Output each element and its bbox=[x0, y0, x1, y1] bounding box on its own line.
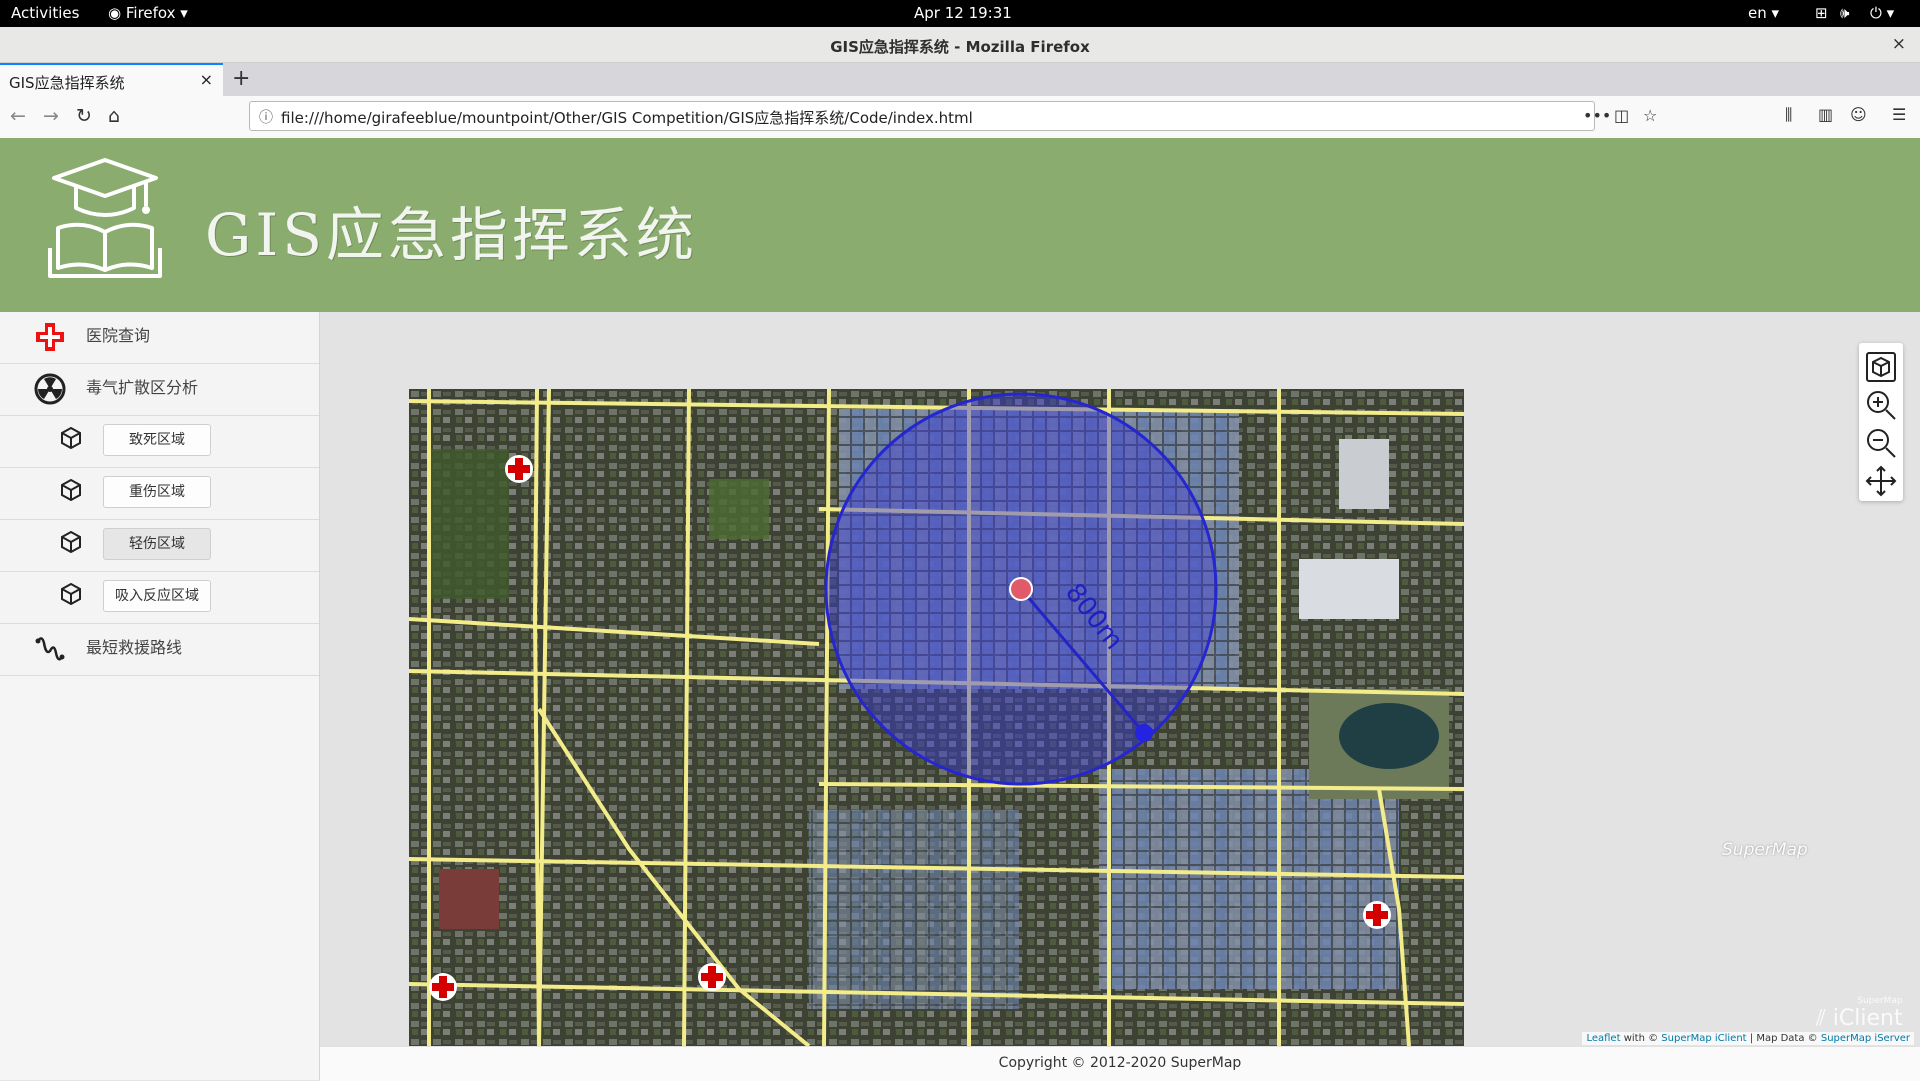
minor-injury-zone-button[interactable]: 轻伤区域 bbox=[103, 528, 211, 560]
sports-field bbox=[439, 869, 499, 929]
satellite-map[interactable]: 800m bbox=[409, 389, 1464, 1046]
zoom-in-icon[interactable] bbox=[1865, 389, 1897, 425]
hospital-marker-icon[interactable] bbox=[1363, 901, 1391, 929]
hospital-marker-icon[interactable] bbox=[698, 963, 726, 991]
sidebar-item-label: 医院查询 bbox=[86, 326, 151, 345]
url-text: file:///home/girafeeblue/mountpoint/Othe… bbox=[281, 109, 973, 127]
cube-icon bbox=[60, 582, 82, 609]
cube-icon bbox=[60, 426, 82, 453]
zone-row-lethal: 致死区域 bbox=[0, 416, 319, 468]
zone-row-minor: 轻伤区域 bbox=[0, 520, 319, 572]
map-toolbar bbox=[1859, 343, 1903, 501]
hospital-cross-icon bbox=[36, 323, 64, 351]
site-title: GIS应急指挥系统 bbox=[205, 201, 698, 269]
industrial-area bbox=[809, 809, 1019, 1009]
pocket-icon[interactable]: ◫ bbox=[1614, 106, 1629, 125]
iclient-link[interactable]: SuperMap iClient bbox=[1661, 1033, 1746, 1044]
home-icon[interactable]: ⌂ bbox=[108, 105, 120, 127]
lake bbox=[1339, 703, 1439, 769]
cube-icon bbox=[60, 530, 82, 557]
navigation-bar: ← → ↻ ⌂ ⓘ file:///home/girafeeblue/mount… bbox=[0, 96, 1920, 139]
bookmark-star-icon[interactable]: ☆ bbox=[1643, 106, 1657, 125]
system-top-bar: Activities ◉ Firefox ▾ Apr 12 19:31 en ▾… bbox=[0, 0, 1920, 27]
volume-icon[interactable]: 🕪 bbox=[1840, 4, 1849, 22]
clock[interactable]: Apr 12 19:31 bbox=[914, 4, 1012, 22]
radius-handle[interactable] bbox=[1135, 724, 1153, 742]
green-area bbox=[429, 449, 509, 599]
gas-source-marker[interactable] bbox=[1009, 577, 1033, 601]
site-header: GIS应急指挥系统 bbox=[0, 138, 1920, 312]
zone-row-severe: 重伤区域 bbox=[0, 468, 319, 520]
network-icon[interactable]: ⊞ bbox=[1815, 4, 1828, 22]
sidebar-item-label: 毒气扩散区分析 bbox=[86, 378, 199, 397]
hospital-marker-icon[interactable] bbox=[429, 973, 457, 1001]
address-bar[interactable]: ⓘ file:///home/girafeeblue/mountpoint/Ot… bbox=[249, 101, 1657, 131]
reload-icon[interactable]: ↻ bbox=[76, 105, 92, 127]
account-icon[interactable]: ☺ bbox=[1850, 105, 1867, 124]
window-title-bar: GIS应急指挥系统 - Mozilla Firefox × bbox=[0, 27, 1920, 63]
firefox-app-menu[interactable]: ◉ Firefox ▾ bbox=[108, 4, 188, 22]
severe-injury-zone-button[interactable]: 重伤区域 bbox=[103, 476, 211, 508]
library-icon[interactable]: ⫼ bbox=[1785, 105, 1792, 125]
supermap-watermark-logo: SuperMap bbox=[1722, 840, 1808, 860]
sidebar-item-hospital-query[interactable]: 医院查询 bbox=[0, 312, 319, 364]
warehouse-roof bbox=[1299, 559, 1399, 619]
hospital-marker-icon[interactable] bbox=[505, 455, 533, 483]
sidebar-item-shortest-route[interactable]: 最短救援路线 bbox=[0, 624, 319, 676]
iserver-link[interactable]: SuperMap iServer bbox=[1821, 1033, 1910, 1044]
zone-row-inhalation: 吸入反应区域 bbox=[0, 572, 319, 624]
leaflet-link[interactable]: Leaflet bbox=[1586, 1033, 1620, 1044]
cube-icon bbox=[60, 478, 82, 505]
3d-cube-icon[interactable] bbox=[1865, 351, 1897, 387]
forward-arrow-icon[interactable]: → bbox=[43, 105, 59, 127]
tab-gis-system[interactable]: GIS应急指挥系统 × bbox=[0, 63, 223, 96]
language-indicator[interactable]: en ▾ bbox=[1748, 4, 1779, 22]
window-title: GIS应急指挥系统 - Mozilla Firefox bbox=[830, 38, 1090, 56]
lethal-zone-button[interactable]: 致死区域 bbox=[103, 424, 211, 456]
copyright-text: Copyright © 2012-2020 SuperMap bbox=[998, 1055, 1242, 1071]
menu-hamburger-icon[interactable]: ☰ bbox=[1892, 105, 1906, 124]
pan-icon[interactable] bbox=[1865, 465, 1897, 501]
sidebar: 医院查询 毒气扩散区分析 致死区域 重伤区域 轻伤区域 吸入反应区域 最短救援路… bbox=[0, 312, 320, 1080]
warehouse-roof bbox=[1339, 439, 1389, 509]
green-area bbox=[709, 479, 769, 539]
chevron-down-icon: ▾ bbox=[175, 4, 188, 22]
radiation-icon bbox=[34, 373, 66, 405]
activities-button[interactable]: Activities bbox=[11, 4, 79, 22]
power-icon[interactable]: ⏻ ▾ bbox=[1870, 4, 1894, 22]
sidebar-item-label: 最短救援路线 bbox=[86, 638, 183, 657]
tab-bar: GIS应急指挥系统 × + bbox=[0, 63, 1920, 96]
zoom-out-icon[interactable] bbox=[1865, 427, 1897, 463]
firefox-app-icon: ◉ bbox=[108, 4, 126, 22]
back-arrow-icon[interactable]: ← bbox=[10, 105, 26, 127]
tab-label: GIS应急指挥系统 bbox=[9, 74, 125, 92]
window-close-icon[interactable]: × bbox=[1892, 34, 1906, 54]
sidebar-item-gas-diffusion[interactable]: 毒气扩散区分析 bbox=[0, 364, 319, 416]
route-icon bbox=[35, 637, 65, 661]
inhalation-reaction-zone-button[interactable]: 吸入反应区域 bbox=[103, 580, 211, 612]
page-info-icon[interactable]: ⓘ bbox=[259, 107, 273, 127]
map-attribution: Leaflet with © SuperMap iClient | Map Da… bbox=[1582, 1032, 1914, 1045]
sidebar-toggle-icon[interactable]: ▥ bbox=[1818, 105, 1833, 124]
page-actions-icon[interactable]: ••• bbox=[1583, 106, 1611, 125]
iclient-logo: SuperMap ⫽ iClient bbox=[1816, 996, 1903, 1031]
graduation-book-logo-icon bbox=[48, 158, 162, 278]
new-tab-button[interactable]: + bbox=[232, 66, 250, 91]
industrial-area bbox=[1099, 769, 1399, 989]
tab-close-icon[interactable]: × bbox=[200, 70, 213, 89]
page-footer: Copyright © 2012-2020 SuperMap bbox=[320, 1046, 1920, 1081]
